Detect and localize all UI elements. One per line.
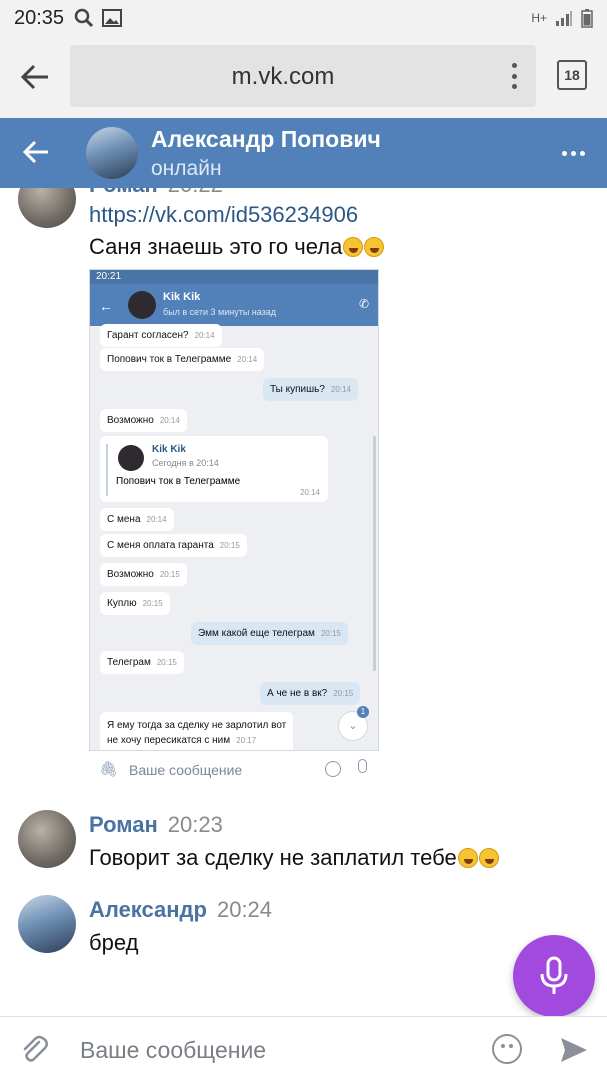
shot-input-bar: 🖇 Ваше сообщение xyxy=(99,752,379,788)
avatar-roman[interactable] xyxy=(18,810,76,868)
shot-chat-header: ← Kik Kik был в сети 3 минуты назад ✆ xyxy=(90,284,378,326)
contact-status: онлайн xyxy=(151,157,222,180)
signal-icon xyxy=(556,11,572,26)
contact-avatar[interactable] xyxy=(86,127,138,179)
battery-icon xyxy=(581,9,593,28)
tabs-button[interactable]: 18 xyxy=(557,60,587,90)
shot-status-time: 20:21 xyxy=(90,270,378,284)
shot-bubble-out: Ты купишь? 20:14 xyxy=(263,378,358,401)
shot-bubble: Телеграм 20:15 xyxy=(100,651,184,674)
chat-back-icon[interactable] xyxy=(22,138,50,166)
shot-phone-icon: ✆ xyxy=(358,297,369,311)
shot-bubble: Попович ток в Телеграмме 20:14 xyxy=(100,348,265,371)
address-bar[interactable]: m.vk.com xyxy=(70,45,536,107)
avatar-alexandr[interactable] xyxy=(18,895,76,953)
shot-forwarded-message: Kik Kik Сегодня в 20:14 Попович ток в Те… xyxy=(100,436,328,502)
avatar-roman[interactable] xyxy=(18,188,76,228)
contact-name[interactable]: Александр Попович xyxy=(151,126,381,153)
url-text: m.vk.com xyxy=(231,63,335,90)
attached-screenshot[interactable]: 20:21 ← Kik Kik был в сети 3 минуты наза… xyxy=(89,269,379,751)
message-time: 20:24 xyxy=(216,897,273,922)
search-icon xyxy=(74,8,94,28)
message-text: Говорит за сделку не заплатил тебе xyxy=(89,845,499,871)
laughing-emoji-icon xyxy=(478,848,499,868)
shot-back-icon: ← xyxy=(99,298,113,314)
browser-back-icon[interactable] xyxy=(18,60,52,94)
shot-mic-icon xyxy=(358,759,367,773)
emoji-icon[interactable] xyxy=(492,1034,522,1064)
message-composer: Ваше сообщение xyxy=(0,1016,607,1080)
shot-bubble: Куплю 20:15 xyxy=(100,592,170,615)
shot-bubble-out: Эмм какой еще телеграм 20:15 xyxy=(191,622,348,645)
microphone-icon xyxy=(540,956,568,994)
shot-attach-icon: 🖇 xyxy=(99,761,119,778)
shot-unread-badge: 1 xyxy=(357,706,369,718)
shot-input-placeholder: Ваше сообщение xyxy=(129,762,243,778)
message-text: бред xyxy=(89,930,139,955)
shot-bubble: С меня оплата гаранта 20:15 xyxy=(100,534,247,557)
shot-message-list: Гарант согласен? 20:14 Попович ток в Теле… xyxy=(90,324,378,750)
shot-bubble: Я ему тогда за сделку не зарлотил вот не … xyxy=(100,712,294,750)
send-icon[interactable] xyxy=(559,1035,589,1065)
voice-message-button[interactable] xyxy=(513,935,595,1017)
message-sender[interactable]: Александр 20:24 xyxy=(89,897,272,923)
message-time: 20:23 xyxy=(167,812,223,837)
more-options-icon[interactable] xyxy=(562,151,585,156)
shot-scrollbar xyxy=(373,436,376,671)
shot-bubble-out: А че не в вк? 20:15 xyxy=(260,682,361,705)
shot-bubble: С мена 20:14 xyxy=(100,508,174,531)
message-list[interactable]: Роман20:22 https://vk.com/id536234906 Са… xyxy=(0,188,607,1016)
rofl-emoji-icon xyxy=(364,237,385,257)
message-sender[interactable]: Роман20:22 xyxy=(89,188,223,198)
message-text: Саня знаешь это го чела xyxy=(89,234,385,260)
shot-bubble: Возможно 20:15 xyxy=(100,563,187,586)
message-time: 20:22 xyxy=(168,188,223,197)
status-time: 20:35 xyxy=(14,6,65,29)
shot-bubble: Гарант согласен? 20:14 xyxy=(100,324,222,347)
network-type: H+ xyxy=(531,11,547,25)
shot-forwarded-avatar xyxy=(118,445,144,471)
chat-header: Александр Попович онлайн xyxy=(0,118,607,188)
shot-contact-name: Kik Kik xyxy=(163,291,201,303)
rofl-emoji-icon xyxy=(343,237,364,257)
message-sender[interactable]: Роман 20:23 xyxy=(89,812,223,838)
shot-avatar xyxy=(128,291,156,319)
shot-contact-status: был в сети 3 минуты назад xyxy=(163,307,277,317)
laughing-emoji-icon xyxy=(457,848,478,868)
browser-menu-icon[interactable] xyxy=(510,63,518,89)
status-bar: 20:35 H+ xyxy=(0,0,607,36)
message-input[interactable]: Ваше сообщение xyxy=(80,1037,266,1064)
browser-toolbar: m.vk.com 18 xyxy=(0,36,607,118)
attach-icon[interactable] xyxy=(18,1033,50,1065)
message-link[interactable]: https://vk.com/id536234906 xyxy=(89,202,358,228)
shot-bubble: Возможно 20:14 xyxy=(100,409,187,432)
image-icon xyxy=(102,9,123,27)
shot-emoji-icon xyxy=(325,761,341,777)
